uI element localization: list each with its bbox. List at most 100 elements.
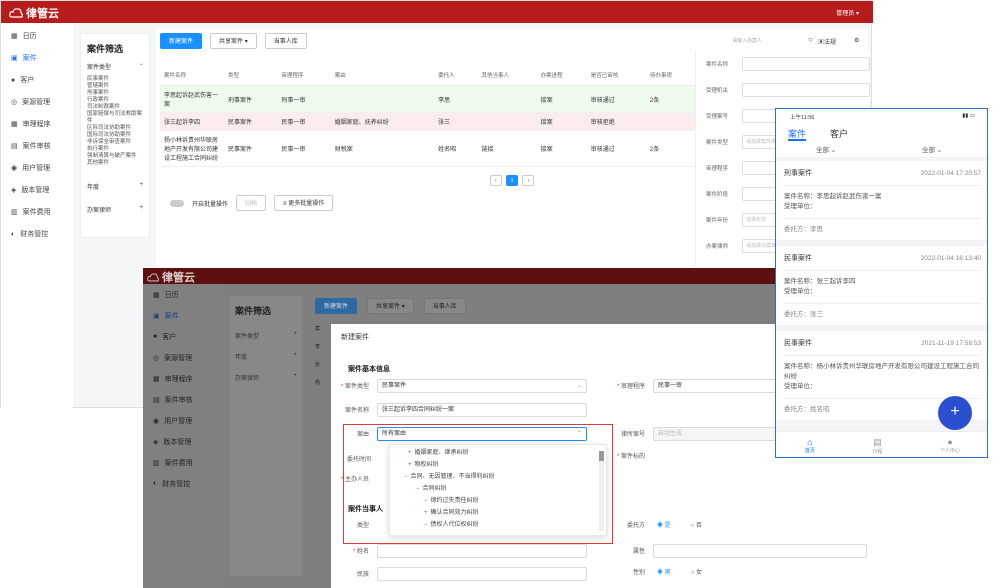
new-case-button-dim[interactable]: 新建案件: [315, 298, 358, 314]
bottom-sidebar-item-1[interactable]: ▣ 案件: [143, 305, 223, 326]
section-party: 案件当事人: [348, 506, 383, 513]
table-row[interactable]: 杨小林诉贵州华联房地产开发有限公司建设工程施工合同纠纷 民事案件 民事一审 财税案 姓名…: [160, 130, 696, 167]
filter-type-option[interactable]: 管辖案件: [81, 83, 149, 90]
cause-option[interactable]: − 债权人代位权纠纷: [398, 519, 596, 531]
bottom-sidebar-item-7[interactable]: ◈ 版本管理: [143, 431, 223, 452]
sidebar-item-5[interactable]: ▤ 案件审核: [1, 135, 73, 157]
bottom-sidebar-item-4[interactable]: ▦ 审理程序: [143, 368, 223, 389]
client-row: 委托方 ◉ 是 ○ 否: [607, 520, 702, 529]
bottom-table-fragment: 案李张杨: [315, 326, 321, 386]
filter-all-2[interactable]: 全部 ⌄: [922, 144, 942, 154]
table-row[interactable]: 李思起诉赵武伤害一案 刑事案件 刑事一审 李思 接案 审核通过 2条: [160, 85, 696, 113]
collapse-icon: −: [424, 498, 428, 504]
bottom-sidebar-item-6[interactable]: ◉ 用户管理: [143, 410, 223, 431]
ethnic-select[interactable]: [376, 567, 587, 581]
more-batch-button[interactable]: ≡ 更多批量操作: [274, 195, 334, 211]
cause-option[interactable]: − 缔约过失责任纠纷: [398, 495, 596, 507]
cause-option[interactable]: + 物权纠纷: [398, 459, 596, 471]
table-cell-review: 审核拒绝: [586, 112, 646, 131]
phone-case-card[interactable]: 民事案件 2022-01-04 16:13:40 案件名称：张三起诉李四 受理单位： 委…: [776, 246, 987, 331]
new-case-button[interactable]: 新建案件: [160, 33, 203, 49]
filter-lawyer[interactable]: 办案律师 +: [81, 202, 149, 217]
cause-option[interactable]: + 婚姻家庭、继承纠纷: [398, 447, 596, 459]
tab-clients[interactable]: 客户: [830, 127, 848, 140]
bottom-sidebar-item-9[interactable]: ◐ 财务管控: [143, 473, 223, 494]
cause-select[interactable]: 所有案由 ⌃: [376, 427, 587, 441]
filter-type-option[interactable]: 国家赔偿与司法救助案件: [81, 111, 149, 125]
filter-type-option[interactable]: 强制清算与破产案件: [81, 153, 149, 160]
party-library-button-dim[interactable]: 当事人库: [423, 298, 466, 314]
bottom-sidebar-item-0[interactable]: ▦ 日历: [143, 284, 223, 305]
client-yes-radio[interactable]: ◉ 是: [657, 520, 671, 529]
page-1-button[interactable]: 1: [505, 175, 519, 186]
filter-type-option[interactable]: 其他案件: [81, 160, 149, 167]
search-icon[interactable]: ○: [808, 35, 813, 44]
sidebar-item-8[interactable]: ▥ 案件费用: [1, 201, 73, 223]
share-case-button[interactable]: 共享案件 ▾: [210, 33, 257, 49]
phone-case-card[interactable]: 刑事案件 2022-01-04 17:20:57 案件名称：李思起诉赵武伤害一案 受理…: [776, 161, 987, 246]
bottom-brand: 律管云: [147, 269, 195, 285]
gender-male-radio[interactable]: ◉ 男: [657, 567, 671, 576]
nav-profile[interactable]: ● 个人中心: [940, 437, 960, 454]
filter-type-option[interactable]: 执行案件: [81, 146, 149, 153]
dropdown-scrollbar[interactable]: [599, 451, 604, 531]
table-row[interactable]: 张三起诉李四 民事案件 民事一审 婚姻家庭、抚养纠纷 张三 接案 审核拒绝: [160, 112, 696, 131]
filter-type-option[interactable]: 非诉保全审查案件: [81, 139, 149, 146]
next-page-button[interactable]: ›: [522, 175, 535, 186]
filter-type-option[interactable]: 民事案件: [81, 76, 149, 83]
bottom-filter-item[interactable]: 办案律师 +: [230, 367, 302, 388]
sidebar-item-4[interactable]: ▦ 审理程序: [1, 113, 73, 135]
filter-type-option[interactable]: 国际司法协助案件: [81, 132, 149, 139]
bottom-filter-item[interactable]: 案件类型 +: [230, 325, 302, 346]
sidebar-item-3[interactable]: ◎ 案源管理: [1, 91, 73, 113]
sidebar-item-7[interactable]: ◈ 版本管理: [1, 179, 73, 201]
settings-icon[interactable]: ⚙: [854, 37, 859, 44]
filter-type-option[interactable]: 行政案件: [81, 97, 149, 104]
collapse-icon: −: [424, 522, 428, 528]
filter-year[interactable]: 年度 +: [81, 179, 149, 194]
advanced-filter-input[interactable]: [742, 83, 870, 97]
party-name-input[interactable]: [376, 544, 587, 558]
bottom-sidebar-item-2[interactable]: ● 客户: [143, 326, 223, 347]
sidebar-item-6[interactable]: ◉ 用户管理: [1, 157, 73, 179]
bottom-sidebar-item-5[interactable]: ▤ 案件审核: [143, 389, 223, 410]
prev-page-button[interactable]: ‹: [490, 175, 502, 186]
filter-type-option[interactable]: 刑事案件: [81, 90, 149, 97]
cause-option[interactable]: + 确认合同效力纠纷: [398, 507, 596, 519]
bottom-sidebar-item-8[interactable]: ▥ 案件费用: [143, 452, 223, 473]
client-no-radio[interactable]: ○ 否: [691, 520, 702, 529]
archive-button[interactable]: 归档: [236, 195, 267, 211]
table-cell-other: [477, 112, 537, 131]
table-cell-name: 张三起诉李四: [160, 112, 224, 131]
nav-schedule[interactable]: ▤ 日程: [872, 437, 882, 455]
batch-toggle[interactable]: [170, 199, 184, 207]
sidebar-item-0[interactable]: ▦ 日历: [1, 25, 73, 47]
cause-option[interactable]: − 合同、无因管理、不当得利纠纷: [398, 471, 596, 483]
filter-type-option[interactable]: 区际司法协助案件: [81, 125, 149, 132]
nav-home[interactable]: ⌂ 首页: [805, 437, 815, 454]
card-client: 姓名昭: [810, 406, 830, 413]
sidebar-item-1[interactable]: ▣ 案件: [1, 47, 73, 69]
cause-option[interactable]: − 合同纠纷: [398, 483, 596, 495]
case-name-input[interactable]: 张三起诉李四合同纠纷一案: [376, 403, 587, 417]
advanced-filter-input[interactable]: [742, 57, 870, 71]
user-menu[interactable]: 管理员 ▾: [836, 8, 859, 17]
modal-title: 新建案件: [341, 334, 369, 341]
gavel-icon: ▦: [153, 375, 160, 383]
expand-icon: +: [408, 450, 412, 456]
fab-add-button[interactable]: +: [938, 396, 972, 430]
sidebar-item-9[interactable]: ◐ 财务管控: [1, 223, 73, 245]
bottom-sidebar-item-3[interactable]: ◎ 案源管理: [143, 347, 223, 368]
party-library-button[interactable]: 当事人库: [264, 33, 307, 49]
search-box[interactable]: 请输入办案人: [732, 37, 762, 44]
case-type-select[interactable]: 民事案件 ⌄: [376, 379, 587, 393]
filter-type-option[interactable]: 司法制裁案件: [81, 104, 149, 111]
filter-case-type[interactable]: 案件类型 −: [81, 59, 149, 74]
filter-all-1[interactable]: 全部 ⌄: [816, 144, 836, 154]
sidebar-item-2[interactable]: ● 客户: [1, 69, 73, 91]
share-case-button-dim[interactable]: 共享案件 ▾: [367, 298, 414, 314]
attr-select[interactable]: [652, 544, 867, 558]
regulation-button[interactable]: ▣法规: [818, 37, 836, 46]
gender-female-radio[interactable]: ○ 女: [691, 567, 702, 576]
bottom-filter-item[interactable]: 年度 +: [230, 346, 302, 367]
